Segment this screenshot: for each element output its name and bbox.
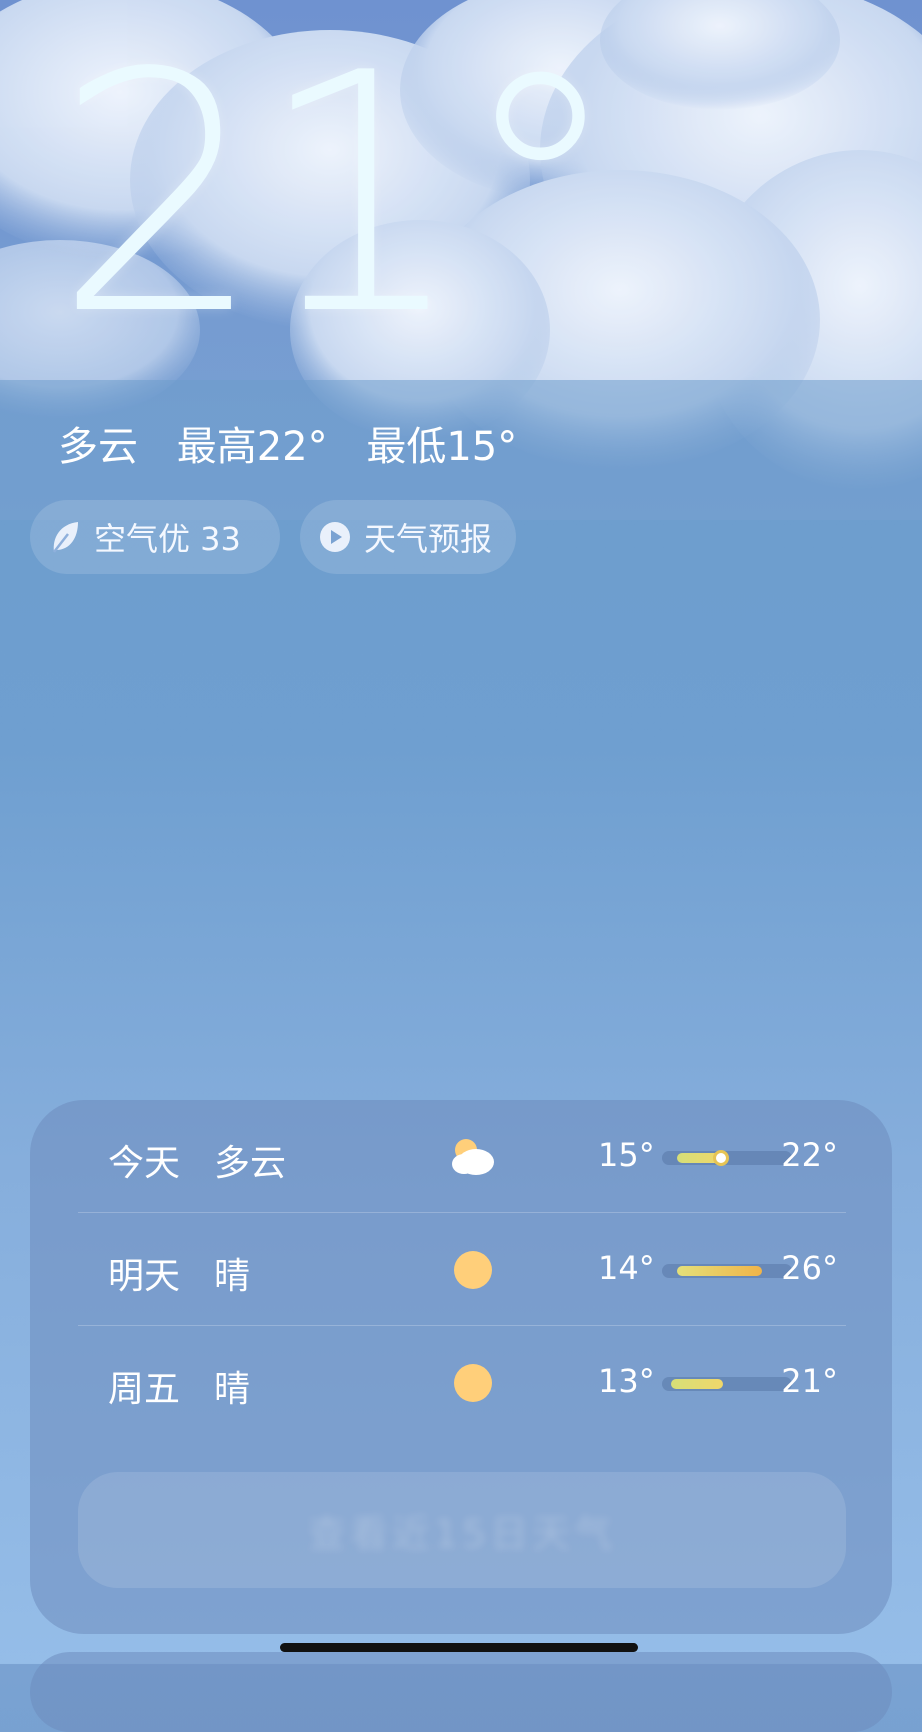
partly-cloudy-icon xyxy=(452,1139,494,1175)
forecast-video-chip[interactable]: 天气预报 xyxy=(300,500,516,574)
play-icon xyxy=(320,522,350,552)
leaf-icon xyxy=(53,522,78,553)
current-temperature: 21° xyxy=(54,3,623,387)
temperature-range-bar xyxy=(662,1264,792,1278)
sun-icon xyxy=(454,1364,492,1402)
forecast-high: 21° xyxy=(781,1362,838,1400)
forecast-video-label: 天气预报 xyxy=(364,520,493,558)
forecast-high: 22° xyxy=(781,1136,838,1174)
forecast-row-today[interactable]: 今天 多云 15° 22° xyxy=(78,1100,846,1212)
temperature-range-bar xyxy=(662,1150,792,1166)
forecast-condition: 晴 xyxy=(214,1256,251,1297)
forecast-condition: 多云 xyxy=(214,1143,287,1184)
home-indicator[interactable] xyxy=(280,1643,638,1652)
forecast-row-friday[interactable]: 周五 晴 13° 21° xyxy=(78,1326,846,1438)
temperature-range-fill xyxy=(670,1379,723,1389)
high-temperature: 最高22° xyxy=(176,424,328,470)
air-quality-chip[interactable]: 空气优 33 xyxy=(30,500,280,574)
forecast-day: 明天 xyxy=(108,1256,181,1297)
forecast-condition: 晴 xyxy=(214,1369,251,1410)
more-days-button[interactable]: 查看近15日天气 xyxy=(78,1472,846,1588)
current-temperature-marker xyxy=(712,1150,729,1166)
air-quality-label: 空气优 33 xyxy=(94,520,241,558)
forecast-low: 14° xyxy=(598,1249,655,1287)
temperature-range-bar xyxy=(662,1377,792,1391)
current-condition: 多云 xyxy=(58,424,138,470)
daily-forecast-card: 今天 多云 15° 22° 明天 晴 14° 26° 周五 晴 13° 21° … xyxy=(30,1100,892,1634)
forecast-low: 15° xyxy=(598,1136,655,1174)
sun-icon xyxy=(454,1251,492,1289)
more-days-label: 查看近15日天气 xyxy=(307,1511,617,1556)
forecast-low: 13° xyxy=(598,1362,655,1400)
forecast-row-tomorrow[interactable]: 明天 晴 14° 26° xyxy=(78,1213,846,1325)
forecast-high: 26° xyxy=(781,1249,838,1287)
weather-summary: 多云 最高22° 最低15° xyxy=(58,414,517,472)
forecast-day: 周五 xyxy=(108,1369,181,1410)
next-card-peek xyxy=(30,1652,892,1732)
forecast-day: 今天 xyxy=(108,1143,181,1184)
low-temperature: 最低15° xyxy=(366,424,518,470)
temperature-range-fill xyxy=(677,1266,762,1276)
